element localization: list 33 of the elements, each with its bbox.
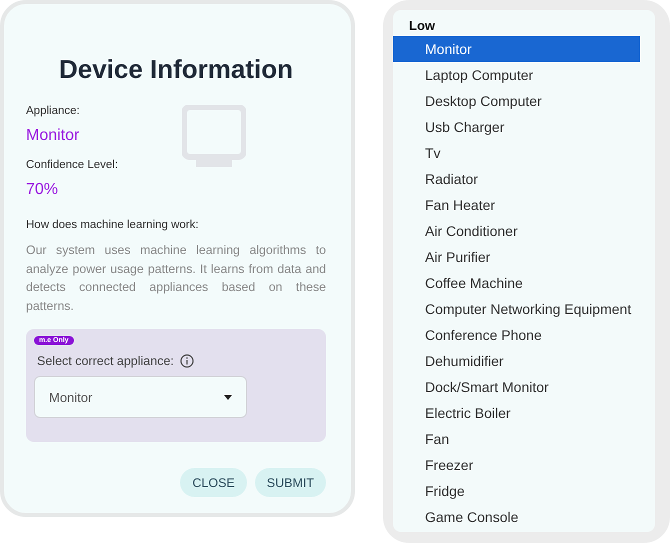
dropdown-option[interactable]: Computer Networking Equipment <box>393 296 640 322</box>
appliance-label: Appliance: <box>26 105 81 117</box>
option-group-label: Low <box>408 18 436 35</box>
dropdown-option[interactable]: Fridge <box>393 478 640 504</box>
confidence-value: 70% <box>26 181 60 199</box>
caret-icon <box>224 394 232 400</box>
ml-description: Our system uses machine learning algorithms to analyze power usage patterns. It learns from data and detects connected appliances based on these patterns. <box>26 242 326 314</box>
dropdown-option[interactable]: Desktop Computer <box>393 88 640 114</box>
dialog-title: Device Information <box>58 54 294 85</box>
dropdown-option[interactable]: Monitor <box>393 36 640 62</box>
dropdown-option[interactable]: Coffee Machine <box>393 270 640 296</box>
dropdown-option[interactable]: Electric Boiler <box>393 400 640 426</box>
appliance-select[interactable]: Monitor <box>34 376 247 418</box>
dropdown-option[interactable]: Tv <box>393 140 640 166</box>
dropdown-option[interactable]: Fan <box>393 426 640 452</box>
dialog-button[interactable]: SUBMIT <box>254 468 326 497</box>
dropdown-option[interactable]: Radiator <box>393 166 640 192</box>
dropdown-option[interactable]: Conference Phone <box>393 322 640 348</box>
dropdown-option[interactable]: Fan Heater <box>393 192 640 218</box>
dropdown-option[interactable]: Laptop Computer <box>393 62 640 88</box>
dropdown-option[interactable]: Air Purifier <box>393 244 640 270</box>
confidence-label: Confidence Level: <box>26 159 120 171</box>
dropdown-option[interactable]: Game Console <box>393 504 640 530</box>
dropdown-option[interactable]: Air Conditioner <box>393 218 640 244</box>
appliance-value: Monitor <box>26 127 80 145</box>
dropdown-option[interactable]: Dock/Smart Monitor <box>393 374 640 400</box>
dropdown-option[interactable]: Usb Charger <box>393 114 640 140</box>
dropdown-option[interactable]: Freezer <box>393 452 640 478</box>
select-label: Select correct appliance: <box>37 354 174 368</box>
dialog-button[interactable]: CLOSE <box>180 468 247 497</box>
info-icon[interactable] <box>180 354 194 368</box>
ml-heading: How does machine learning work: <box>26 219 200 231</box>
dropdown-option[interactable]: Dehumidifier <box>393 348 640 374</box>
